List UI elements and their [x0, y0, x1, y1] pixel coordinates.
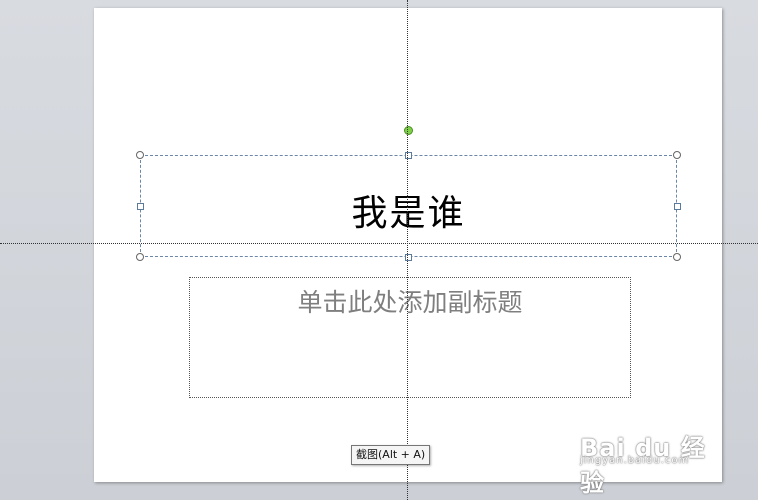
rotate-handle[interactable] — [404, 126, 413, 135]
resize-handle-bottom-right[interactable] — [673, 253, 681, 261]
baidu-jingyan-watermark: Bai du 经验 jingyan.baidu.com — [580, 428, 720, 497]
vertical-guide-line[interactable] — [407, 0, 408, 500]
resize-handle-left[interactable] — [137, 203, 144, 210]
slide-title[interactable]: 我是谁 — [141, 184, 676, 236]
resize-handle-bottom-left[interactable] — [136, 253, 144, 261]
screenshot-tooltip: 截图(Alt + A) — [351, 445, 431, 465]
resize-handle-top-right[interactable] — [673, 151, 681, 159]
title-placeholder[interactable]: 我是谁 — [140, 155, 677, 257]
resize-handle-right[interactable] — [674, 203, 681, 210]
subtitle-placeholder[interactable]: 单击此处添加副标题 — [189, 277, 631, 398]
watermark-url: jingyan.baidu.com — [580, 455, 690, 466]
subtitle-placeholder-text[interactable]: 单击此处添加副标题 — [190, 283, 630, 319]
resize-handle-top-left[interactable] — [136, 151, 144, 159]
horizontal-guide-line[interactable] — [0, 243, 758, 244]
